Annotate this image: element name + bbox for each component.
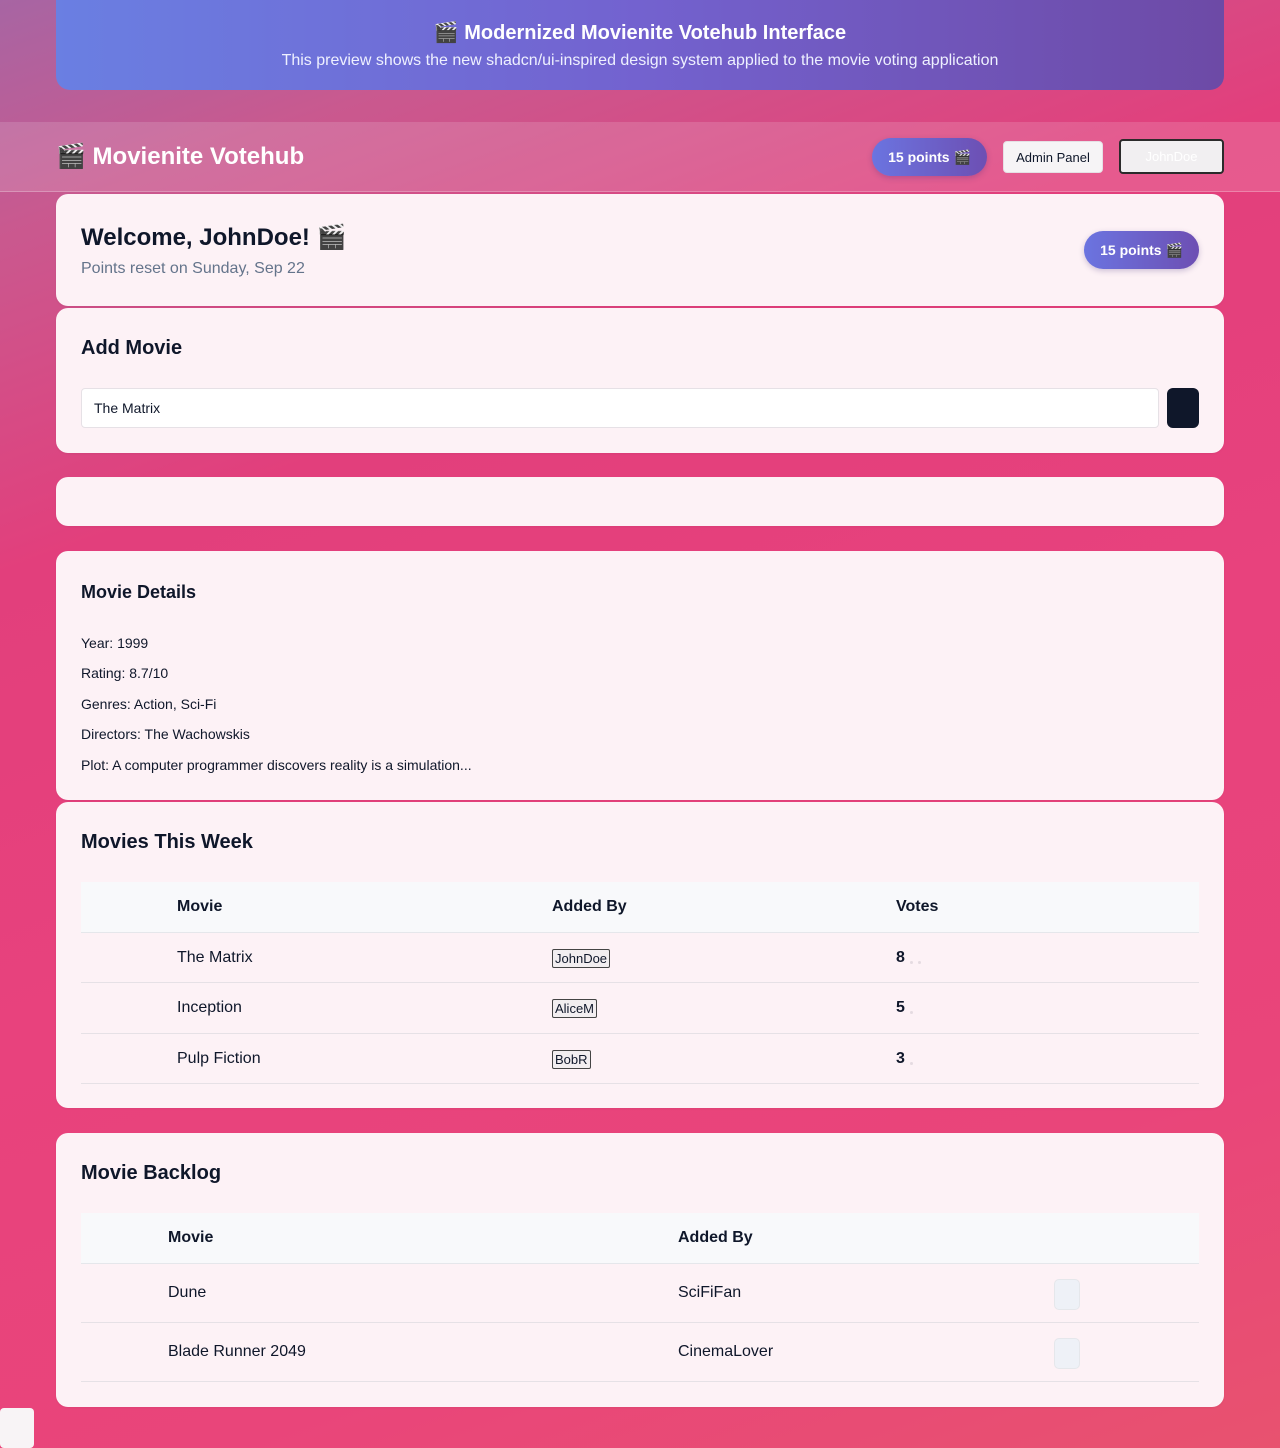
add-movie-button[interactable]	[1167, 388, 1199, 428]
user-tag: JohnDoe	[552, 949, 611, 968]
column-header-added-by: Added By	[552, 898, 627, 915]
detail-rating: Rating: 8.7/10	[81, 665, 169, 681]
floating-action-button[interactable]	[0, 1408, 34, 1448]
admin-panel-button[interactable]: Admin Panel	[1003, 141, 1103, 173]
detail-plot: Plot: A computer programmer discovers re…	[81, 757, 472, 773]
movie-backlog-heading: Movie Backlog	[81, 1162, 222, 1184]
column-header-movie: Movie	[168, 1229, 214, 1246]
vote-count: 5	[896, 999, 905, 1016]
movie-title: Blade Runner 2049	[168, 1343, 306, 1360]
add-movie-card: Add Movie	[56, 308, 1224, 453]
table-row: Dune SciFiFan	[81, 1264, 1199, 1323]
table-row: Inception AliceM 5	[81, 983, 1199, 1034]
user-tag: AliceM	[552, 999, 598, 1018]
points-reset-text: Points reset on Sunday, Sep 22	[81, 260, 305, 277]
detail-year: Year: 1999	[81, 635, 149, 651]
movie-title-input[interactable]	[81, 388, 1159, 428]
movie-backlog-card: Movie Backlog Movie Added By Dune SciFiF…	[56, 1133, 1224, 1407]
column-header-votes: Votes	[896, 898, 939, 915]
added-by: SciFiFan	[678, 1284, 742, 1301]
table-row: Pulp Fiction BobR 3	[81, 1034, 1199, 1084]
preview-banner: 🎬 Modernized Movienite Votehub Interface…	[56, 0, 1224, 90]
movies-this-week-card: Movies This Week Movie Added By Votes Th…	[56, 802, 1224, 1108]
detail-directors: Directors: The Wachowskis	[81, 726, 250, 742]
detail-genres: Genres: Action, Sci-Fi	[81, 696, 217, 712]
vote-count: 3	[896, 1050, 905, 1067]
movie-details-card: Movie Details Year: 1999 Rating: 8.7/10 …	[56, 551, 1224, 800]
vote-dot	[910, 961, 913, 964]
movie-title: Dune	[168, 1284, 207, 1301]
vote-dot	[910, 1062, 913, 1065]
table-row: Blade Runner 2049 CinemaLover	[81, 1323, 1199, 1382]
vote-dot	[918, 961, 921, 964]
table-header: Movie Added By	[81, 1213, 1199, 1264]
table-row: The Matrix JohnDoe 8	[81, 933, 1199, 983]
table-header: Movie Added By Votes	[81, 882, 1199, 933]
vote-count: 8	[896, 949, 905, 966]
movie-title: Inception	[177, 999, 242, 1016]
welcome-card: Welcome, JohnDoe! 🎬 Points reset on Sund…	[56, 194, 1224, 306]
movies-this-week-heading: Movies This Week	[81, 831, 253, 853]
column-header-added-by: Added By	[678, 1229, 753, 1246]
top-nav-bar: 🎬 Movienite Votehub 15 points 🎬 Admin Pa…	[0, 122, 1280, 192]
vote-dot	[910, 1011, 913, 1014]
added-by: CinemaLover	[678, 1343, 774, 1360]
user-menu-button[interactable]: JohnDoe	[1119, 139, 1224, 174]
movie-title: The Matrix	[177, 949, 253, 966]
user-tag: BobR	[552, 1050, 591, 1069]
banner-title: 🎬 Modernized Movienite Votehub Interface	[433, 22, 847, 44]
movie-details-heading: Movie Details	[81, 582, 197, 602]
welcome-heading: Welcome, JohnDoe! 🎬	[81, 224, 347, 251]
empty-card	[56, 477, 1224, 526]
app-title: 🎬 Movienite Votehub	[56, 143, 305, 170]
banner-subtitle: This preview shows the new shadcn/ui-ins…	[281, 52, 999, 69]
promote-button[interactable]	[1054, 1279, 1080, 1310]
points-badge: 15 points 🎬	[872, 138, 987, 176]
column-header-movie: Movie	[177, 898, 223, 915]
movie-title: Pulp Fiction	[177, 1050, 261, 1067]
points-badge: 15 points 🎬	[1084, 231, 1199, 269]
add-movie-heading: Add Movie	[81, 337, 183, 359]
promote-button[interactable]	[1054, 1338, 1080, 1369]
